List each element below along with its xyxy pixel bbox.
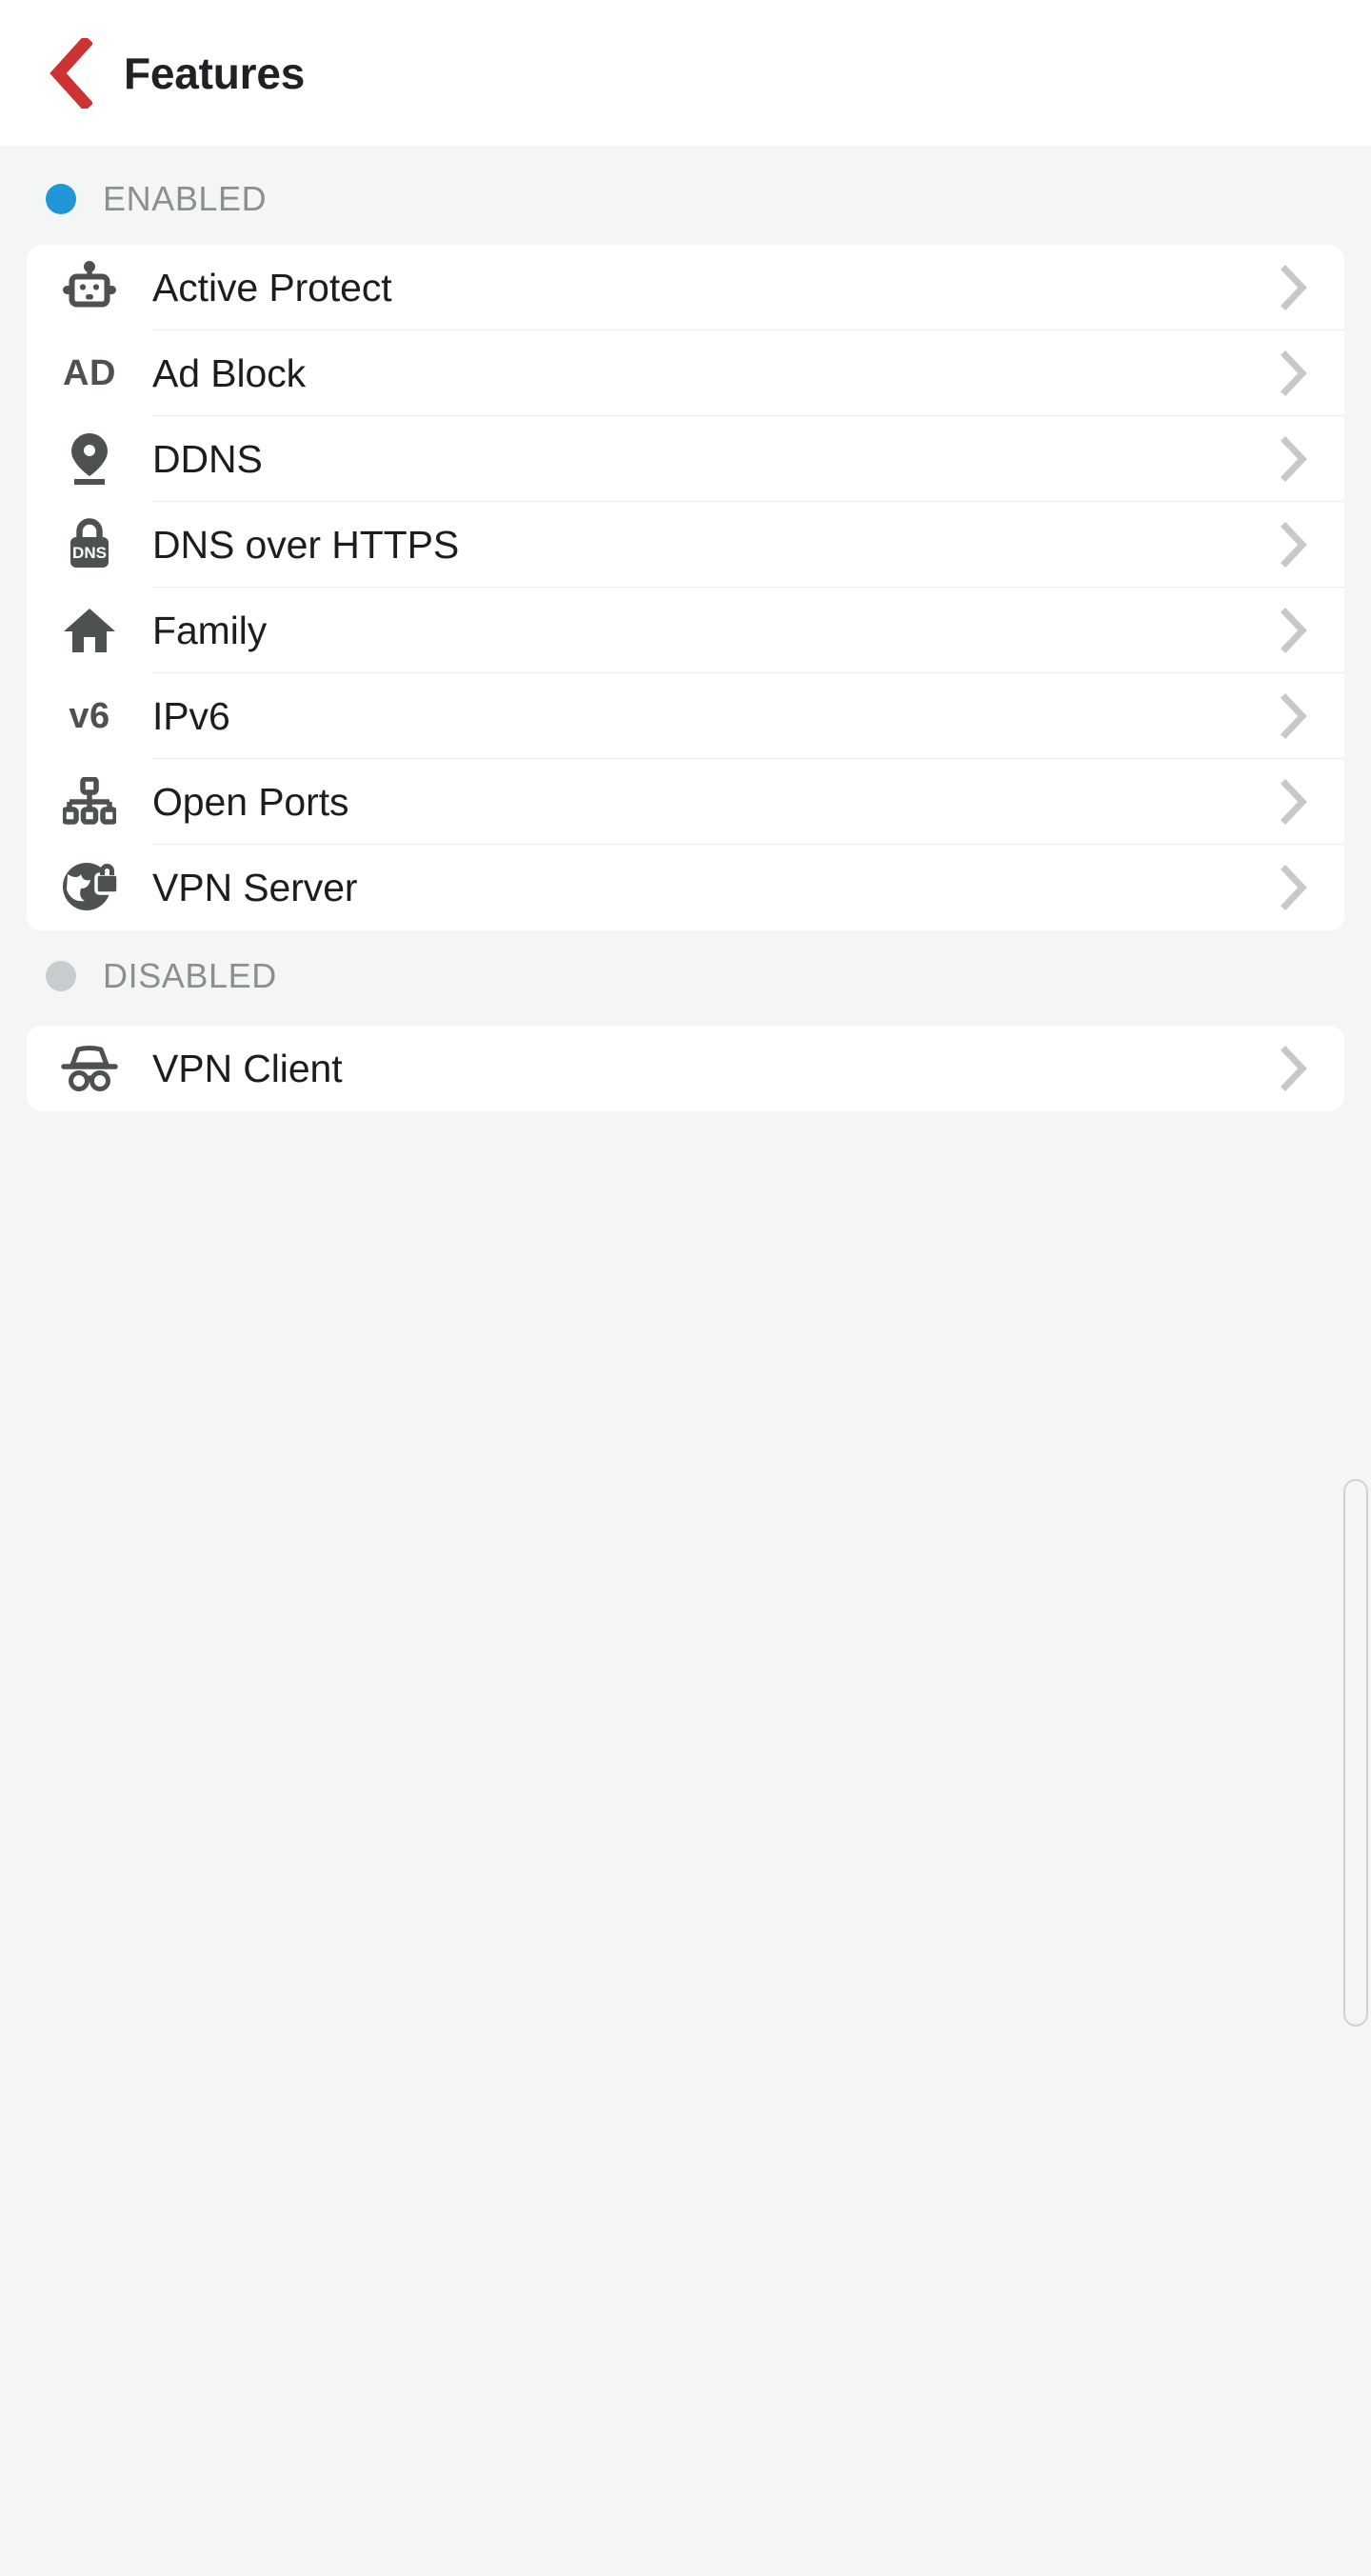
v6-text-icon: v6 (27, 698, 152, 734)
feature-row-ipv6[interactable]: v6 IPv6 (27, 673, 1344, 759)
feature-label: Active Protect (152, 265, 392, 310)
feature-row-ddns[interactable]: DDNS (27, 416, 1344, 502)
row-body: DDNS (152, 416, 1344, 502)
features-screen: Features ENABLED Active Protect AD Ad Bl… (0, 0, 1371, 2576)
back-button[interactable] (40, 37, 99, 109)
chevron-right-icon (1280, 693, 1308, 739)
row-body: Active Protect (152, 245, 1344, 330)
feature-row-vpn-client[interactable]: VPN Client (27, 1026, 1344, 1111)
v6-text-icon-label: v6 (69, 696, 110, 736)
row-body: VPN Client (152, 1026, 1344, 1111)
feature-label: Family (152, 608, 268, 652)
vertical-scrollbar[interactable] (1343, 1479, 1368, 2027)
row-body: Open Ports (152, 759, 1344, 845)
feature-row-active-protect[interactable]: Active Protect (27, 245, 1344, 330)
feature-row-family[interactable]: Family (27, 588, 1344, 673)
feature-row-open-ports[interactable]: Open Ports (27, 759, 1344, 845)
section-header-enabled: ENABLED (0, 153, 1371, 245)
row-body: DNS over HTTPS (152, 502, 1344, 588)
section-label-disabled: DISABLED (103, 956, 277, 995)
row-body: VPN Server (152, 845, 1344, 930)
robot-icon (27, 260, 152, 315)
chevron-right-icon (1280, 265, 1308, 310)
feature-label: VPN Client (152, 1046, 343, 1090)
chevron-right-icon (1280, 436, 1308, 482)
globe-lock-icon (27, 861, 152, 914)
feature-label: DNS over HTTPS (152, 522, 460, 567)
chevron-left-icon (47, 37, 92, 109)
status-dot-enabled (46, 184, 76, 214)
feature-row-dns-over-https[interactable]: DNS DNS over HTTPS (27, 502, 1344, 588)
ad-text-icon: AD (27, 355, 152, 391)
network-tree-icon (27, 777, 152, 827)
feature-label: IPv6 (152, 693, 230, 738)
chevron-right-icon (1280, 350, 1308, 396)
row-body: Ad Block (152, 330, 1344, 416)
chevron-right-icon (1280, 608, 1308, 653)
chevron-right-icon (1280, 865, 1308, 910)
chevron-right-icon (1280, 779, 1308, 825)
status-dot-disabled (46, 961, 76, 991)
dns-lock-icon: DNS (27, 517, 152, 572)
chevron-right-icon (1280, 1046, 1308, 1091)
page-title: Features (124, 48, 306, 98)
chevron-right-icon (1280, 522, 1308, 568)
map-pin-icon (27, 431, 152, 487)
svg-text:DNS: DNS (72, 544, 107, 562)
feature-label: Open Ports (152, 779, 349, 824)
home-icon (27, 606, 152, 655)
section-label-enabled: ENABLED (103, 179, 268, 218)
feature-row-vpn-server[interactable]: VPN Server (27, 845, 1344, 930)
disabled-features-card: VPN Client (27, 1026, 1344, 1111)
feature-label: VPN Server (152, 865, 358, 909)
section-header-disabled: DISABLED (0, 930, 1371, 1022)
ad-text-icon-label: AD (63, 353, 116, 393)
feature-row-ad-block[interactable]: AD Ad Block (27, 330, 1344, 416)
feature-label: Ad Block (152, 350, 306, 395)
row-body: IPv6 (152, 673, 1344, 759)
incognito-icon (27, 1046, 152, 1091)
feature-label: DDNS (152, 436, 263, 481)
app-header: Features (0, 0, 1371, 146)
row-body: Family (152, 588, 1344, 673)
enabled-features-card: Active Protect AD Ad Block DDNS DNS DNS … (27, 245, 1344, 930)
